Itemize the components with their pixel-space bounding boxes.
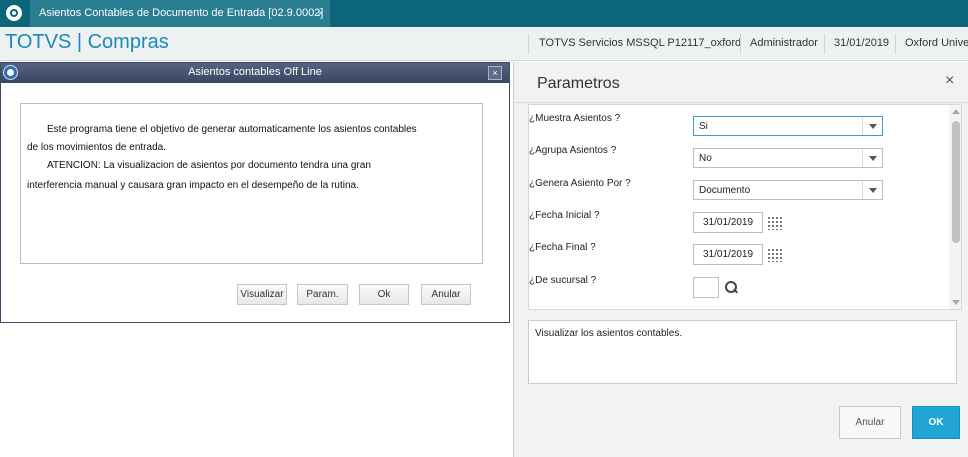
status-user: Administrador (750, 37, 818, 49)
dialog-titlebar[interactable]: Asientos contables Off Line × (1, 63, 509, 83)
close-icon[interactable]: × (945, 72, 954, 90)
document-tab[interactable]: Asientos Contables de Documento de Entra… (30, 0, 330, 27)
calendar-icon[interactable] (767, 248, 783, 262)
search-icon[interactable] (725, 281, 738, 294)
parameter-description-box: Visualizar los asientos contables. (528, 320, 957, 384)
de-sucursal-field[interactable] (693, 277, 719, 298)
scroll-thumb[interactable] (952, 121, 960, 243)
genera-asiento-select[interactable]: Documento (693, 180, 883, 200)
chevron-down-icon[interactable] (862, 181, 882, 199)
panel-title: Parametros (537, 75, 620, 92)
parameters-form: ¿Muestra Asientos ? Si ¿Agrupa Asientos … (528, 104, 962, 310)
message-line: Este programa tiene el objetivo de gener… (47, 124, 417, 135)
ok-button[interactable]: Ok (359, 284, 409, 305)
genera-asiento-value: Documento (699, 185, 751, 196)
status-date: 31/01/2019 (834, 37, 890, 49)
totvs-logo-icon[interactable] (6, 5, 22, 21)
app-header: TOTVS | Compras TOTVS Servicios MSSQL P1… (0, 27, 968, 61)
vertical-scrollbar[interactable] (949, 105, 961, 309)
agrupa-asientos-value: No (699, 153, 712, 164)
dialog-message-box: Este programa tiene el objetivo de gener… (20, 103, 483, 264)
muestra-asientos-select[interactable]: Si (693, 116, 883, 136)
screen: Asientos Contables de Documento de Entra… (0, 0, 968, 457)
chevron-down-icon[interactable] (862, 149, 882, 167)
message-line: ATENCION: La visualizacion de asientos p… (47, 160, 371, 171)
param-label-fecha-inicial: ¿Fecha Inicial ? (529, 210, 600, 221)
scroll-down-arrow[interactable] (952, 300, 960, 305)
close-icon[interactable]: × (317, 0, 324, 27)
chevron-down-icon[interactable] (862, 117, 882, 135)
status-environment: TOTVS Servicios MSSQL P12117_oxford (539, 37, 742, 49)
brand-title: TOTVS | Compras (5, 31, 169, 53)
top-tab-bar: Asientos Contables de Documento de Entra… (0, 0, 968, 27)
message-line: de los movimientos de entrada. (27, 142, 166, 153)
parameter-description: Visualizar los asientos contables. (535, 328, 683, 339)
param-label-muestra-asientos: ¿Muestra Asientos ? (529, 113, 621, 124)
cancel-button[interactable]: Anular (839, 406, 901, 439)
close-icon[interactable]: × (488, 66, 502, 80)
panel-divider (514, 102, 968, 103)
param-label-genera-asiento: ¿Genera Asiento Por ? (529, 178, 631, 189)
param-label-fecha-final: ¿Fecha Final ? (529, 242, 596, 253)
document-tab-title: Asientos Contables de Documento de Entra… (39, 7, 324, 19)
status-divider (824, 34, 825, 54)
param-label-de-sucursal: ¿De sucursal ? (529, 275, 597, 286)
anular-button[interactable]: Anular (421, 284, 471, 305)
muestra-asientos-value: Si (699, 121, 708, 132)
fecha-final-field[interactable]: 31/01/2019 (693, 244, 763, 265)
status-divider (740, 34, 741, 54)
status-company: Oxford Univer (905, 37, 968, 49)
dialog-title: Asientos contables Off Line (188, 66, 322, 78)
status-divider (528, 34, 529, 54)
offline-entries-dialog: Asientos contables Off Line × Este progr… (0, 62, 510, 323)
agrupa-asientos-select[interactable]: No (693, 148, 883, 168)
parameters-panel: Parametros × ¿Muestra Asientos ? Si ¿Agr… (513, 62, 968, 457)
calendar-icon[interactable] (767, 216, 783, 230)
status-divider (895, 34, 896, 54)
fecha-inicial-field[interactable]: 31/01/2019 (693, 212, 763, 233)
confirm-button[interactable]: OK (912, 406, 960, 439)
scroll-up-arrow[interactable] (952, 109, 960, 114)
param-label-agrupa-asientos: ¿Agrupa Asientos ? (529, 145, 617, 156)
param-button[interactable]: Param. (297, 284, 348, 305)
visualizar-button[interactable]: Visualizar (237, 284, 287, 305)
message-line: interferencia manual y causara gran impa… (27, 180, 359, 191)
